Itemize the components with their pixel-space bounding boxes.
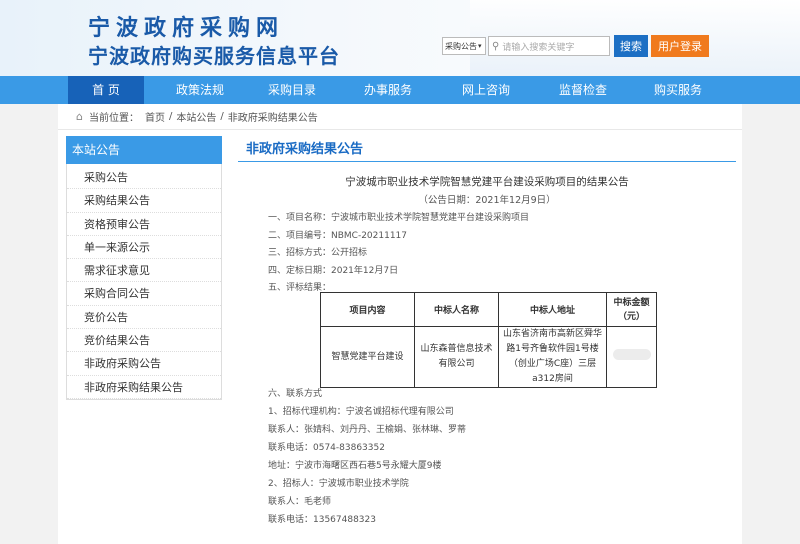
- tender-method-line: 三、招标方式：公开招标: [268, 248, 368, 258]
- nav-purchase-services[interactable]: 购买服务: [636, 76, 720, 104]
- project-number-line: 二、项目编号：NBMC-20211117: [268, 231, 408, 241]
- article-title: 宁波城市职业技术学院智慧党建平台建设采购项目的结果公告: [345, 176, 629, 188]
- redacted-amount: [612, 348, 651, 360]
- search-input[interactable]: ⚲ 请输入搜索关键字: [488, 36, 610, 56]
- sidebar-item-contract[interactable]: 采购合同公告: [67, 282, 221, 306]
- breadcrumb-sep: /: [220, 111, 224, 122]
- sidebar-item-non-gov-result[interactable]: 非政府采购结果公告: [67, 376, 221, 399]
- search-type-value: 采购公告: [445, 41, 477, 51]
- table-cell: 山东森普信息技术有限公司: [414, 326, 499, 388]
- tenderer-contact-line: 联系人：毛老师: [268, 497, 332, 507]
- site-subtitle[interactable]: 宁波政府购买服务信息平台: [88, 40, 340, 69]
- breadcrumb-current[interactable]: 非政府采购结果公告: [228, 109, 318, 124]
- result-table: 项目内容 中标人名称 中标人地址 中标金额（元） 智慧党建平台建设 山东森普信息…: [320, 292, 657, 388]
- home-icon: ⌂: [76, 110, 83, 123]
- site-header: 宁波政府采购网 宁波政府购买服务信息平台 采购公告 ▾ ⚲ 请输入搜索关键字 搜…: [0, 0, 800, 76]
- sidebar-item-non-gov[interactable]: 非政府采购公告: [67, 352, 221, 376]
- table-cell-amount: [606, 326, 657, 388]
- agency-address-line: 地址：宁波市海曙区西石巷5号永耀大厦9楼: [268, 461, 442, 471]
- nav-home[interactable]: 首 页: [68, 76, 144, 104]
- search-button[interactable]: 搜索: [614, 35, 648, 57]
- table-header: 项目内容: [320, 292, 415, 327]
- nav-catalog[interactable]: 采购目录: [250, 76, 334, 104]
- sidebar-item-procurement-result[interactable]: 采购结果公告: [67, 189, 221, 213]
- tenderer-phone-line: 联系电话：13567488323: [268, 515, 376, 525]
- sidebar-item-prequalification[interactable]: 资格预审公告: [67, 213, 221, 236]
- main-nav: 首 页 政策法规 采购目录 办事服务 网上咨询 监督检查 购买服务: [0, 76, 800, 104]
- agency-contacts-line: 联系人：张婧科、刘丹丹、王榆娟、张林琳、罗蒂: [268, 425, 467, 435]
- sidebar-item-single-source[interactable]: 单一来源公示: [67, 236, 221, 260]
- table-header: 中标金额（元）: [606, 292, 657, 327]
- project-name-line: 一、项目名称：宁波城市职业技术学院智慧党建平台建设采购项目: [268, 213, 530, 223]
- section-header: 非政府采购结果公告: [238, 138, 736, 162]
- search-type-select[interactable]: 采购公告 ▾: [442, 37, 486, 55]
- site-title[interactable]: 宁波政府采购网: [88, 10, 284, 42]
- article-date: （公告日期：2021年12月9日）: [418, 195, 556, 206]
- sidebar-title: 本站公告: [66, 136, 222, 164]
- breadcrumb-home[interactable]: 首页: [145, 109, 165, 124]
- sidebar-item-bidding[interactable]: 竞价公告: [67, 306, 221, 330]
- section-title: 非政府采购结果公告: [246, 142, 364, 157]
- breadcrumb-sep: /: [168, 111, 173, 122]
- table-cell: 智慧党建平台建设: [320, 326, 415, 388]
- search-placeholder: 请输入搜索关键字: [502, 42, 575, 53]
- contact-heading-line: 六、联系方式: [268, 389, 323, 399]
- login-button[interactable]: 用户登录: [651, 35, 709, 57]
- sidebar-item-bidding-result[interactable]: 竞价结果公告: [67, 329, 221, 353]
- search-icon: ⚲: [492, 40, 500, 52]
- sidebar-item-procurement[interactable]: 采购公告: [67, 166, 221, 190]
- table-cell: 山东省济南市高新区舜华路1号齐鲁软件园1号楼（创业广场C座）三层a312房间: [498, 326, 607, 388]
- sidebar-item-demand-opinion[interactable]: 需求征求意见: [67, 259, 221, 283]
- breadcrumb: ⌂ 当前位置： 首页 / 本站公告 / 非政府采购结果公告: [58, 104, 742, 130]
- table-header: 中标人地址: [498, 292, 607, 327]
- nav-supervision[interactable]: 监督检查: [541, 76, 625, 104]
- breadcrumb-label: 当前位置：: [88, 113, 139, 124]
- breadcrumb-notices[interactable]: 本站公告: [176, 109, 216, 124]
- agency-line: 1、招标代理机构：宁波名诚招标代理有限公司: [268, 407, 454, 417]
- chevron-down-icon: ▾: [478, 42, 482, 50]
- award-date-line: 四、定标日期：2021年12月7日: [268, 266, 399, 276]
- nav-services[interactable]: 办事服务: [346, 76, 430, 104]
- nav-policy[interactable]: 政策法规: [158, 76, 242, 104]
- table-header: 中标人名称: [414, 292, 499, 327]
- table-row: 智慧党建平台建设 山东森普信息技术有限公司 山东省济南市高新区舜华路1号齐鲁软件…: [320, 326, 657, 388]
- tenderer-line: 2、招标人：宁波城市职业技术学院: [268, 479, 409, 489]
- sidebar-list: 采购公告 采购结果公告 资格预审公告 单一来源公示 需求征求意见 采购合同公告 …: [66, 164, 222, 400]
- table-header-row: 项目内容 中标人名称 中标人地址 中标金额（元）: [320, 292, 657, 327]
- sidebar: 本站公告 采购公告 采购结果公告 资格预审公告 单一来源公示 需求征求意见 采购…: [66, 136, 222, 406]
- agency-phone-line: 联系电话：0574-83863352: [268, 443, 385, 453]
- nav-consult[interactable]: 网上咨询: [444, 76, 528, 104]
